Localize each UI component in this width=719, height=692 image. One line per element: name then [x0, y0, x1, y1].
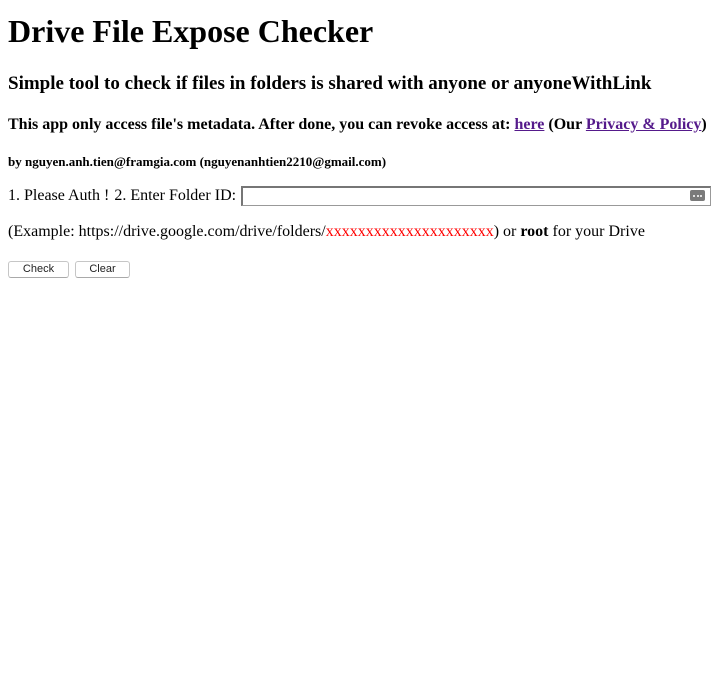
folder-id-label: 2. Enter Folder ID:: [114, 187, 237, 204]
folder-id-field: [241, 186, 711, 206]
example-root: root: [520, 223, 549, 240]
example-prefix: (Example: https://drive.google.com/drive…: [8, 223, 326, 240]
page-subtitle: Simple tool to check if files in folders…: [8, 73, 652, 94]
keychain-autofill-icon[interactable]: [690, 190, 705, 201]
check-button[interactable]: Check: [8, 261, 69, 278]
folder-form: 1. Please Auth ! 2. Enter Folder ID:: [8, 186, 711, 206]
notice-text-middle: (Our: [544, 116, 586, 133]
example-folder-id: xxxxxxxxxxxxxxxxxxxxx: [325, 223, 494, 240]
clear-button[interactable]: Clear: [75, 261, 130, 278]
folder-id-input[interactable]: [243, 189, 710, 206]
page-title: Drive File Expose Checker: [8, 13, 374, 49]
folder-id-example: (Example: https://drive.google.com/drive…: [8, 222, 711, 242]
privacy-policy-link[interactable]: Privacy & Policy: [586, 116, 702, 133]
author-credit: by nguyen.anh.tien@framgia.com (nguyenan…: [8, 154, 387, 169]
auth-status-label: 1. Please Auth !: [8, 187, 110, 204]
notice-text-after: ): [701, 116, 707, 133]
example-middle: ) or: [493, 223, 521, 240]
access-notice: This app only access file's metadata. Af…: [8, 115, 711, 134]
action-buttons: Check Clear: [8, 261, 711, 278]
example-suffix: for your Drive: [548, 223, 645, 240]
revoke-access-link[interactable]: here: [514, 116, 544, 133]
page: Drive File Expose Checker Simple tool to…: [0, 13, 719, 278]
notice-text-before: This app only access file's metadata. Af…: [8, 116, 515, 133]
